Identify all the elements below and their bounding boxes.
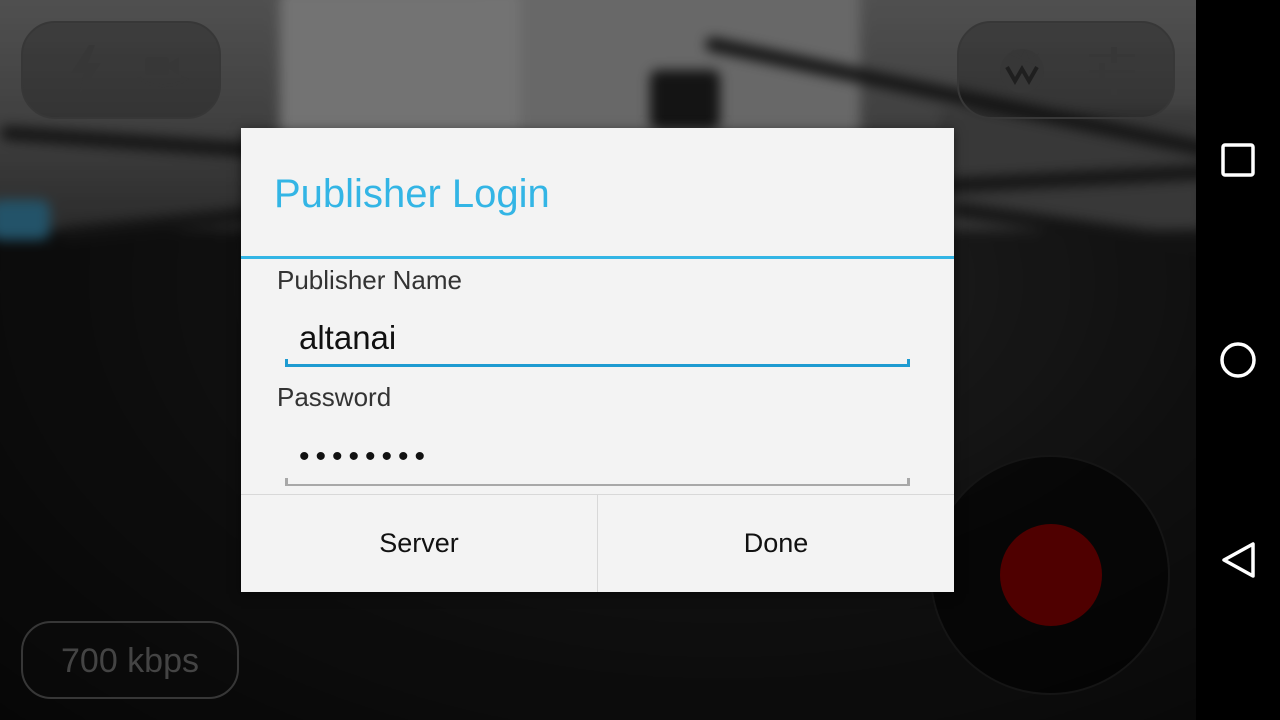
recents-square-icon[interactable] [1208, 130, 1268, 190]
password-field[interactable] [285, 430, 910, 486]
publisher-login-dialog: Publisher Login Publisher Name Password … [241, 128, 954, 592]
password-label: Password [277, 382, 392, 412]
publisher-name-field[interactable] [285, 311, 910, 367]
camera-screen: 700 kbps Publisher Login Publisher Name … [0, 0, 1196, 720]
home-circle-icon[interactable] [1208, 330, 1268, 390]
publisher-name-label: Publisher Name [277, 265, 462, 295]
navigation-bar [1196, 0, 1280, 720]
field-underline [285, 478, 910, 486]
server-button[interactable]: Server [241, 495, 597, 592]
title-divider [241, 256, 954, 259]
field-underline [285, 359, 910, 367]
dialog-button-bar: Server Done [241, 494, 954, 592]
dialog-title: Publisher Login [274, 172, 550, 216]
back-triangle-icon[interactable] [1208, 530, 1268, 590]
publisher-name-input[interactable] [299, 315, 899, 361]
password-input[interactable] [299, 434, 899, 480]
done-button[interactable]: Done [598, 495, 954, 592]
